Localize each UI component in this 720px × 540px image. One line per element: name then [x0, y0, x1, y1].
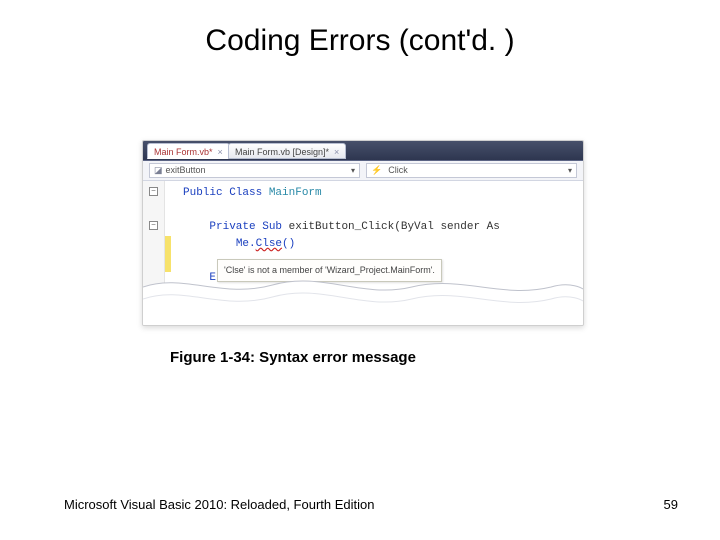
event-dropdown[interactable]: ⚡ Click ▾: [366, 163, 577, 178]
type-name: MainForm: [262, 187, 321, 199]
control-icon: ◪: [154, 164, 163, 177]
page-number: 59: [664, 497, 678, 512]
error-line: Me.Clse(): [236, 238, 295, 250]
tab-label: Main Form.vb [Design]*: [235, 147, 329, 157]
collapse-toggle-icon[interactable]: −: [149, 221, 158, 230]
object-dropdown[interactable]: ◪ exitButton ▾: [149, 163, 360, 178]
code-identifier: exitButton_Click(ByVal sender As: [282, 221, 500, 233]
event-icon: ⚡: [371, 164, 382, 177]
outline-gutter: [143, 181, 165, 326]
slide: Coding Errors (cont'd. ) Main Form.vb* ×…: [0, 0, 720, 540]
screenshot-code-editor: Main Form.vb* × Main Form.vb [Design]* ×…: [142, 140, 584, 326]
error-tooltip: 'Clse' is not a member of 'Wizard_Projec…: [217, 259, 442, 282]
tab-main-form-design[interactable]: Main Form.vb [Design]* ×: [228, 143, 346, 159]
footer-text: Microsoft Visual Basic 2010: Reloaded, F…: [64, 497, 374, 512]
close-icon[interactable]: ×: [334, 144, 339, 160]
chevron-down-icon: ▾: [351, 164, 355, 177]
close-icon[interactable]: ×: [218, 144, 223, 160]
figure-caption: Figure 1-34: Syntax error message: [170, 349, 416, 366]
keyword: Private Sub: [209, 221, 282, 233]
error-squiggle: Clse: [256, 238, 282, 250]
chevron-down-icon: ▾: [568, 164, 572, 177]
code-editor[interactable]: − − Public Class MainForm Private Sub ex…: [143, 181, 583, 326]
object-dropdown-value: exitButton: [166, 164, 206, 177]
tab-label: Main Form.vb*: [154, 147, 213, 157]
document-tab-strip: Main Form.vb* × Main Form.vb [Design]* ×: [143, 141, 583, 161]
collapse-toggle-icon[interactable]: −: [149, 187, 158, 196]
event-dropdown-value: Click: [388, 164, 408, 177]
modified-line-indicator: [165, 236, 171, 272]
tab-main-form-vb[interactable]: Main Form.vb* ×: [147, 143, 230, 159]
navigation-bar: ◪ exitButton ▾ ⚡ Click ▾: [143, 161, 583, 181]
slide-title: Coding Errors (cont'd. ): [0, 24, 720, 58]
keyword: Public Class: [183, 187, 262, 199]
